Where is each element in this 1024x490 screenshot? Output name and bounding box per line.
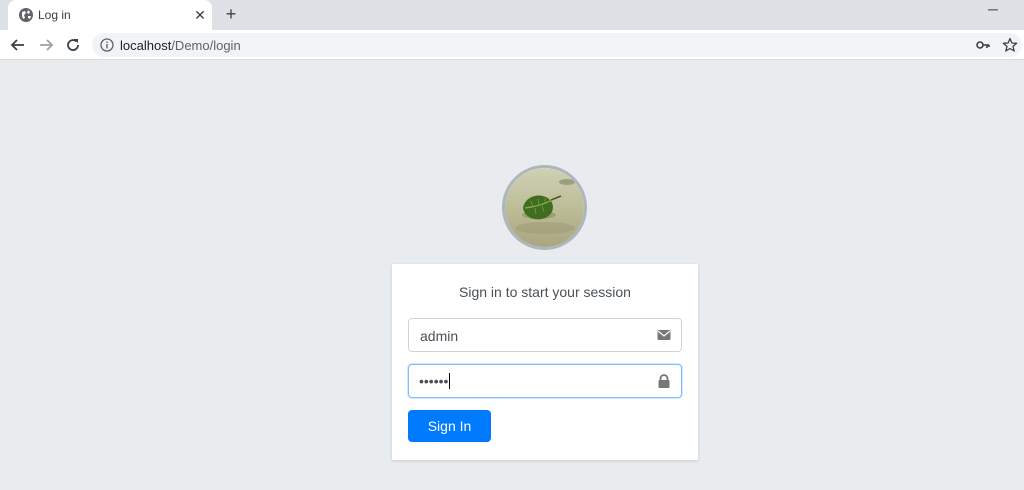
arrow-right-icon (40, 39, 54, 51)
reload-icon (67, 39, 79, 51)
password-mask: •••••• (419, 373, 449, 389)
globe-icon (19, 8, 33, 22)
info-icon[interactable] (100, 38, 114, 52)
close-icon[interactable]: ✕ (192, 7, 208, 23)
back-button[interactable] (8, 35, 28, 55)
lock-icon (658, 374, 670, 388)
address-bar[interactable]: localhost/Demo/login (92, 33, 1022, 57)
arrow-left-icon (10, 39, 24, 51)
url-text[interactable]: localhost/Demo/login (120, 38, 241, 53)
browser-toolbar: localhost/Demo/login (0, 30, 1024, 60)
key-icon[interactable] (976, 38, 990, 52)
tab-title: Log in (38, 8, 71, 22)
minimize-icon[interactable]: ─ (984, 2, 1002, 20)
envelope-icon (657, 330, 671, 340)
url-host: localhost (120, 38, 172, 53)
url-path: /Demo/login (171, 38, 241, 53)
leaf-image (505, 168, 584, 247)
browser-tab-strip: Log in ✕ + ─ (0, 0, 1024, 30)
sign-in-button[interactable]: Sign In (408, 410, 491, 442)
browser-tab[interactable]: Log in ✕ (8, 0, 212, 30)
login-heading: Sign in to start your session (459, 284, 631, 300)
username-field[interactable]: admin (408, 318, 682, 352)
new-tab-icon[interactable]: + (222, 5, 240, 23)
forward-button[interactable] (36, 35, 56, 55)
username-value: admin (420, 328, 459, 344)
password-field[interactable]: •••••• (408, 364, 682, 398)
star-icon[interactable] (1002, 37, 1018, 53)
reload-button[interactable] (63, 35, 83, 55)
avatar (502, 165, 587, 250)
text-caret (449, 373, 451, 389)
password-value: •••••• (419, 373, 451, 389)
login-card: Sign in to start your session admin ••••… (392, 264, 698, 460)
